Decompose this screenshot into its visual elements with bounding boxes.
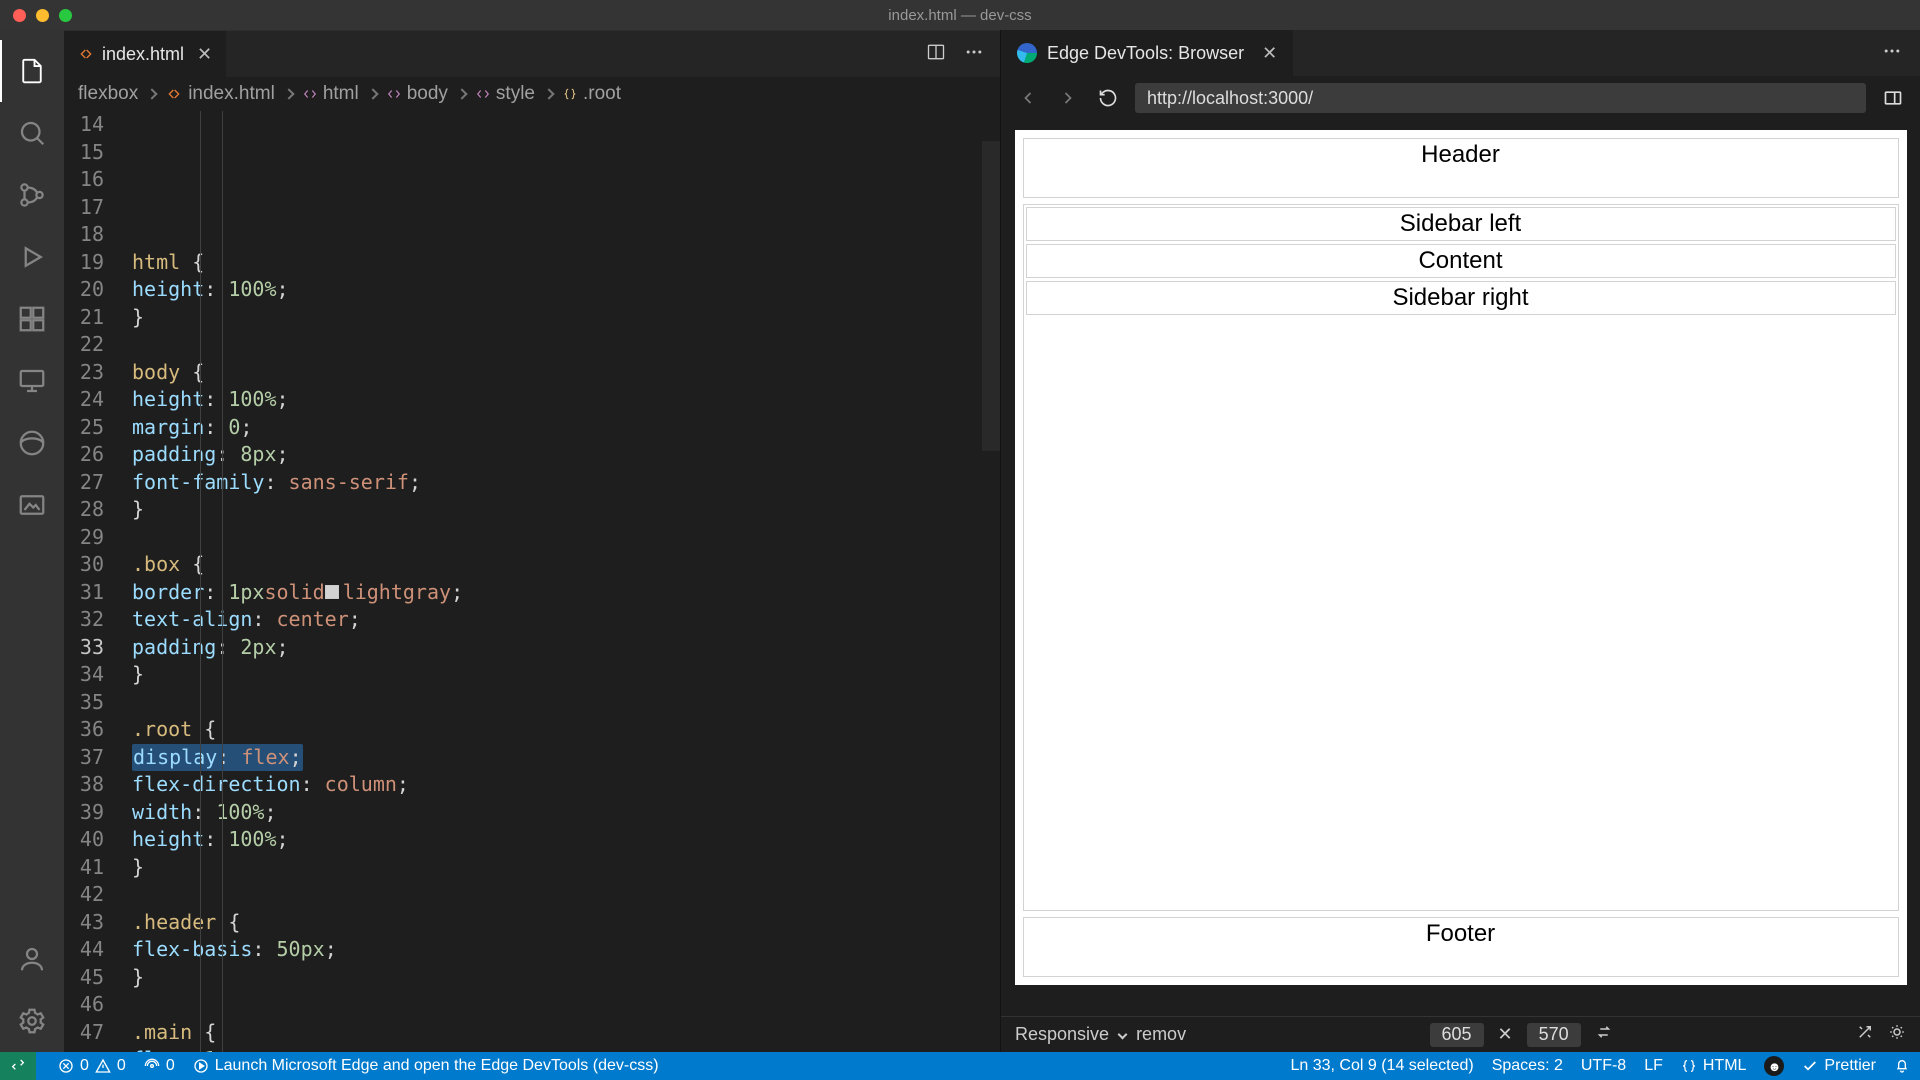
chevron-right-icon bbox=[543, 88, 554, 99]
device-mode-dropdown[interactable]: Responsive remov bbox=[1015, 1024, 1186, 1045]
maximize-window-button[interactable] bbox=[59, 9, 72, 22]
preview-main: Sidebar left Content Sidebar right bbox=[1023, 204, 1899, 911]
titlebar: index.html — dev-css bbox=[0, 0, 1920, 30]
back-button[interactable] bbox=[1015, 85, 1041, 111]
editor-tabs: index.html ✕ bbox=[64, 31, 1000, 77]
html-file-icon bbox=[166, 86, 182, 102]
preview-content: Content bbox=[1026, 244, 1896, 278]
tab-close-icon[interactable]: ✕ bbox=[197, 44, 212, 65]
workbench: index.html ✕ flexbox index.html html bbox=[0, 30, 1920, 1052]
page-preview[interactable]: Header Sidebar left Content Sidebar righ… bbox=[1015, 130, 1907, 985]
css-rule-icon bbox=[563, 87, 577, 101]
chevron-right-icon bbox=[367, 88, 378, 99]
eol-status[interactable]: LF bbox=[1644, 1057, 1663, 1075]
more-actions-icon[interactable] bbox=[1882, 41, 1902, 66]
tag-icon bbox=[303, 87, 317, 101]
tab-index-html[interactable]: index.html ✕ bbox=[64, 31, 227, 77]
tweet-feedback-icon[interactable]: ☻ bbox=[1764, 1056, 1784, 1076]
minimap[interactable] bbox=[982, 111, 1000, 1052]
line-number-gutter: 1415161718192021222324252627282930313233… bbox=[64, 111, 132, 1052]
screencast-magic-icon[interactable] bbox=[1856, 1023, 1874, 1046]
close-window-button[interactable] bbox=[13, 9, 26, 22]
search-icon[interactable] bbox=[0, 102, 64, 164]
more-actions-icon[interactable] bbox=[964, 42, 984, 67]
task-status[interactable]: Launch Microsoft Edge and open the Edge … bbox=[193, 1057, 659, 1075]
open-devtools-button[interactable] bbox=[1880, 85, 1906, 111]
tab-label: index.html bbox=[102, 44, 184, 65]
breadcrumbs[interactable]: flexbox index.html html body style .root bbox=[64, 77, 1000, 111]
forward-button[interactable] bbox=[1055, 85, 1081, 111]
tag-icon bbox=[476, 87, 490, 101]
chevron-right-icon bbox=[283, 88, 294, 99]
html-file-icon bbox=[78, 46, 94, 62]
preview-sidebar-right: Sidebar right bbox=[1026, 281, 1896, 315]
devtools-tab-label: Edge DevTools: Browser bbox=[1047, 43, 1244, 64]
source-control-icon[interactable] bbox=[0, 164, 64, 226]
encoding-status[interactable]: UTF-8 bbox=[1581, 1057, 1626, 1075]
run-debug-icon[interactable] bbox=[0, 226, 64, 288]
language-mode[interactable]: HTML bbox=[1681, 1057, 1747, 1075]
tag-icon bbox=[387, 87, 401, 101]
breadcrumb-file[interactable]: index.html bbox=[188, 83, 275, 105]
preview-sidebar-left: Sidebar left bbox=[1026, 207, 1896, 241]
breadcrumb-folder[interactable]: flexbox bbox=[78, 83, 138, 105]
breadcrumb-body[interactable]: body bbox=[407, 83, 448, 105]
explorer-icon[interactable] bbox=[0, 40, 64, 102]
width-input[interactable]: 605 bbox=[1430, 1023, 1484, 1047]
devtools-panel: Edge DevTools: Browser ✕ http://localhos… bbox=[1000, 30, 1920, 1052]
accounts-icon[interactable] bbox=[0, 928, 64, 990]
emulate-css-icon[interactable] bbox=[1888, 1023, 1906, 1046]
ports-status[interactable]: 0 bbox=[144, 1057, 175, 1075]
edge-tools-icon[interactable] bbox=[0, 412, 64, 474]
code-content[interactable]: html { height: 100%; } body { height: 10… bbox=[132, 111, 1000, 1052]
swap-dimensions-icon[interactable] bbox=[1595, 1023, 1613, 1046]
image-preview-icon[interactable] bbox=[0, 474, 64, 536]
url-input[interactable]: http://localhost:3000/ bbox=[1135, 83, 1866, 113]
dimension-separator: ✕ bbox=[1498, 1024, 1513, 1045]
edge-icon bbox=[1017, 43, 1037, 63]
chevron-right-icon bbox=[147, 88, 158, 99]
chevron-down-icon bbox=[1118, 1030, 1128, 1040]
status-bar: 0 0 0 Launch Microsoft Edge and open the… bbox=[0, 1052, 1920, 1080]
breadcrumb-style[interactable]: style bbox=[496, 83, 535, 105]
tab-close-icon[interactable]: ✕ bbox=[1262, 43, 1277, 64]
settings-gear-icon[interactable] bbox=[0, 990, 64, 1052]
window-controls bbox=[0, 9, 72, 22]
notifications-icon[interactable] bbox=[1894, 1058, 1910, 1074]
tab-edge-devtools[interactable]: Edge DevTools: Browser ✕ bbox=[1001, 30, 1293, 76]
chevron-right-icon bbox=[456, 88, 467, 99]
reload-button[interactable] bbox=[1095, 85, 1121, 111]
preview-header: Header bbox=[1023, 138, 1899, 198]
breadcrumb-html[interactable]: html bbox=[323, 83, 359, 105]
minimize-window-button[interactable] bbox=[36, 9, 49, 22]
problems-status[interactable]: 0 0 bbox=[58, 1057, 126, 1075]
editor-group: index.html ✕ flexbox index.html html bbox=[64, 30, 1000, 1052]
remote-indicator[interactable] bbox=[0, 1052, 36, 1080]
prettier-status[interactable]: Prettier bbox=[1802, 1057, 1876, 1075]
breadcrumb-root[interactable]: .root bbox=[583, 83, 621, 105]
browser-toolbar: http://localhost:3000/ bbox=[1001, 76, 1920, 120]
window-title: index.html — dev-css bbox=[888, 7, 1031, 24]
code-editor[interactable]: 1415161718192021222324252627282930313233… bbox=[64, 111, 1000, 1052]
activity-bar bbox=[0, 30, 64, 1052]
height-input[interactable]: 570 bbox=[1527, 1023, 1581, 1047]
indentation-status[interactable]: Spaces: 2 bbox=[1492, 1057, 1563, 1075]
url-text: http://localhost:3000/ bbox=[1147, 88, 1313, 109]
preview-footer: Footer bbox=[1023, 917, 1899, 977]
preview-area: Header Sidebar left Content Sidebar righ… bbox=[1001, 120, 1920, 1016]
remote-explorer-icon[interactable] bbox=[0, 350, 64, 412]
extensions-icon[interactable] bbox=[0, 288, 64, 350]
cursor-position[interactable]: Ln 33, Col 9 (14 selected) bbox=[1290, 1057, 1473, 1075]
devtools-tabs: Edge DevTools: Browser ✕ bbox=[1001, 30, 1920, 76]
split-editor-icon[interactable] bbox=[926, 42, 946, 67]
device-toolbar: Responsive remov 605 ✕ 570 bbox=[1001, 1016, 1920, 1052]
